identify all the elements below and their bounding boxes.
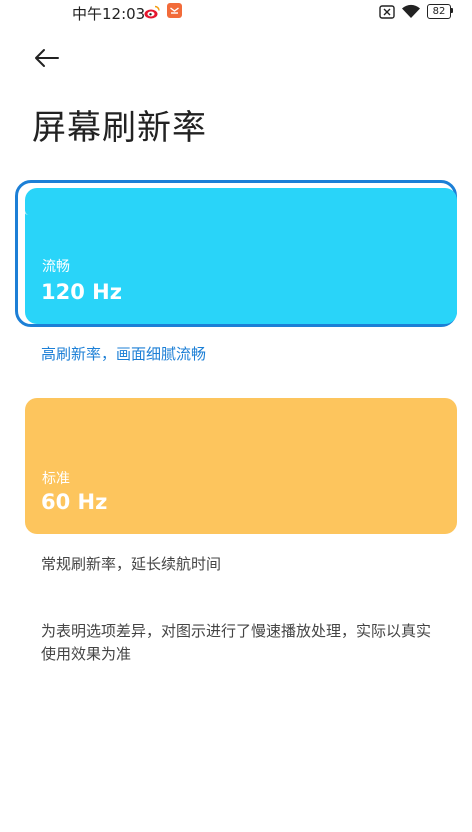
option-card-standard[interactable]: 标准 60 Hz — [25, 398, 457, 534]
status-bar: 中午12:03 82 — [0, 0, 472, 24]
option-card-smooth[interactable]: 流畅 120 Hz — [25, 188, 457, 324]
page-title: 屏幕刷新率 — [32, 108, 207, 148]
back-button[interactable] — [30, 44, 66, 74]
battery-icon: 82 — [427, 4, 451, 19]
option-description-smooth: 高刷新率，画面细腻流畅 — [41, 345, 207, 363]
status-time: 中午12:03 — [72, 5, 146, 23]
weibo-icon — [144, 4, 160, 20]
option-description-standard: 常规刷新率，延长续航时间 — [41, 555, 222, 573]
arrow-left-icon — [35, 49, 59, 67]
footnote: 为表明选项差异，对图示进行了慢速播放处理，实际以真实使用效果为准 — [41, 622, 432, 663]
corner-sheen-decoration — [21, 191, 36, 215]
option-rate: 120 Hz — [41, 280, 122, 304]
sim-off-icon — [379, 4, 395, 19]
app-notification-icon — [167, 3, 182, 18]
option-name: 流畅 — [42, 259, 70, 275]
option-name: 标准 — [42, 471, 70, 487]
wifi-icon — [401, 4, 421, 19]
battery-tip — [451, 8, 453, 13]
option-rate: 60 Hz — [41, 490, 108, 514]
battery-level: 82 — [432, 6, 446, 17]
